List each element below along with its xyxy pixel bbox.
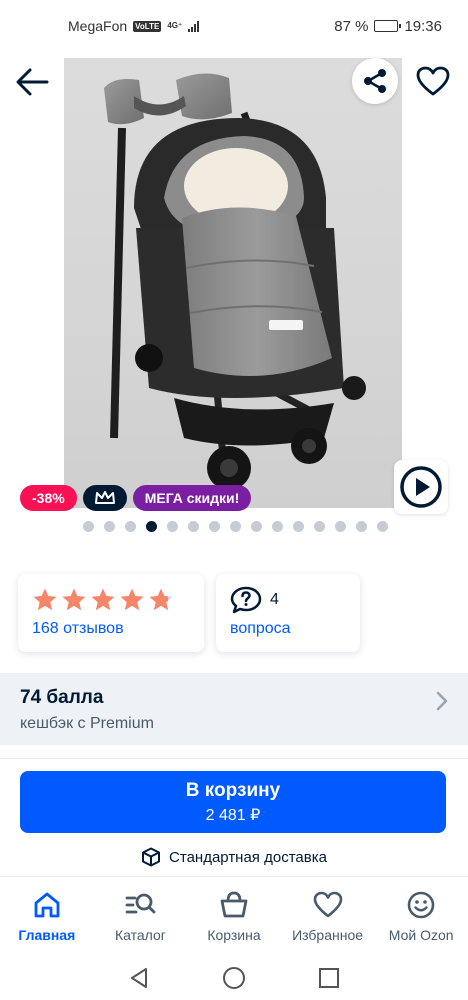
- star-icon: [91, 588, 115, 611]
- stroller-illustration: [104, 73, 366, 490]
- crown-icon: [94, 491, 115, 504]
- volte-badge: VoLTE: [133, 20, 162, 32]
- gallery-dot[interactable]: [377, 521, 388, 532]
- star-icon: [62, 588, 86, 611]
- carrier-name: MegaFon: [68, 18, 128, 34]
- video-play-button[interactable]: [394, 460, 448, 514]
- gallery-dot[interactable]: [230, 521, 241, 532]
- rating-stars: [32, 586, 190, 614]
- nav-favorites[interactable]: Избранное: [281, 877, 375, 956]
- status-left: MegaFon VoLTE 4G⁺: [68, 18, 200, 34]
- cashback-subtitle: кешбэк с Premium: [20, 715, 154, 732]
- share-icon: [364, 69, 386, 93]
- discount-badge: -38%: [20, 485, 77, 511]
- premium-badge: [82, 485, 127, 511]
- gallery-dot[interactable]: [146, 521, 157, 532]
- gallery-dot[interactable]: [314, 521, 325, 532]
- gallery-dot[interactable]: [293, 521, 304, 532]
- gallery-dot[interactable]: [251, 521, 262, 532]
- heart-icon: [313, 889, 343, 921]
- nav-favorites-label: Избранное: [292, 927, 364, 943]
- add-to-cart-label: В корзину: [185, 780, 281, 801]
- nav-catalog[interactable]: Каталог: [94, 877, 188, 956]
- gallery-dot[interactable]: [125, 521, 136, 532]
- product-badges: -38% МЕГА скидки!: [20, 485, 252, 511]
- gallery-dot[interactable]: [356, 521, 367, 532]
- cashback-banner[interactable]: 74 балла кешбэк с Premium: [0, 673, 468, 745]
- bottom-navigation: Главная Каталог Корзина Избранное Мой Oz…: [0, 876, 468, 956]
- signal-icon: [188, 20, 200, 32]
- battery-icon: [374, 20, 402, 32]
- cart-area: В корзину 2 481 ₽ Стандартная доставка: [0, 758, 468, 876]
- system-recents-icon[interactable]: [318, 967, 340, 989]
- gallery-dot[interactable]: [335, 521, 346, 532]
- gallery-dot[interactable]: [83, 521, 94, 532]
- delivery-label: Стандартная доставка: [169, 848, 327, 866]
- product-price: 2 481 ₽: [205, 807, 261, 824]
- status-right: 87 % 19:36: [334, 18, 442, 35]
- smile-icon: [406, 889, 436, 921]
- gallery-dot[interactable]: [188, 521, 199, 532]
- back-button[interactable]: [10, 60, 54, 104]
- clock: 19:36: [404, 17, 442, 35]
- question-bubble-icon: [230, 586, 262, 614]
- share-button[interactable]: [352, 58, 398, 104]
- favorite-button[interactable]: [410, 58, 456, 104]
- star-icon: [120, 588, 144, 611]
- play-icon: [400, 466, 442, 508]
- gallery-dot[interactable]: [209, 521, 220, 532]
- reviews-card[interactable]: 168 отзывов: [18, 574, 204, 652]
- arrow-left-icon: [16, 68, 49, 96]
- product-image[interactable]: [64, 58, 402, 508]
- box-icon: [142, 847, 161, 867]
- mega-sale-badge: МЕГА скидки!: [132, 485, 252, 511]
- basket-icon: [219, 889, 249, 921]
- star-icon: [33, 588, 57, 611]
- nav-home-label: Главная: [18, 927, 76, 943]
- system-back-icon[interactable]: [128, 967, 150, 989]
- home-icon: [32, 889, 62, 921]
- cashback-points: 74 балла: [20, 687, 104, 708]
- nav-profile[interactable]: Мой Ozon: [374, 877, 468, 956]
- questions-count-row: 4: [230, 586, 346, 614]
- nav-cart-label: Корзина: [207, 927, 261, 943]
- delivery-info[interactable]: Стандартная доставка: [0, 847, 468, 867]
- questions-count: 4: [270, 591, 279, 608]
- status-bar: MegaFon VoLTE 4G⁺ 87 % 19:36: [0, 0, 468, 52]
- catalog-search-icon: [124, 889, 156, 921]
- network-type: 4G⁺: [167, 21, 183, 30]
- gallery-dot[interactable]: [167, 521, 178, 532]
- add-to-cart-button[interactable]: В корзину 2 481 ₽: [20, 771, 446, 833]
- heart-icon: [416, 66, 450, 96]
- gallery-dot[interactable]: [104, 521, 115, 532]
- battery-percent: 87 %: [334, 17, 369, 35]
- reviews-link[interactable]: 168 отзывов: [32, 620, 190, 638]
- system-home-icon[interactable]: [222, 966, 246, 990]
- system-navigation: [0, 956, 468, 1000]
- star-icon: [149, 588, 173, 611]
- nav-home[interactable]: Главная: [0, 877, 94, 956]
- questions-card[interactable]: 4 вопроса: [216, 574, 360, 652]
- nav-catalog-label: Каталог: [114, 927, 166, 943]
- gallery-dot[interactable]: [272, 521, 283, 532]
- nav-cart[interactable]: Корзина: [187, 877, 281, 956]
- gallery-pagination[interactable]: [83, 521, 388, 532]
- questions-link[interactable]: вопроса: [230, 620, 346, 638]
- chevron-right-icon: [436, 691, 448, 711]
- nav-profile-label: Мой Ozon: [388, 927, 454, 943]
